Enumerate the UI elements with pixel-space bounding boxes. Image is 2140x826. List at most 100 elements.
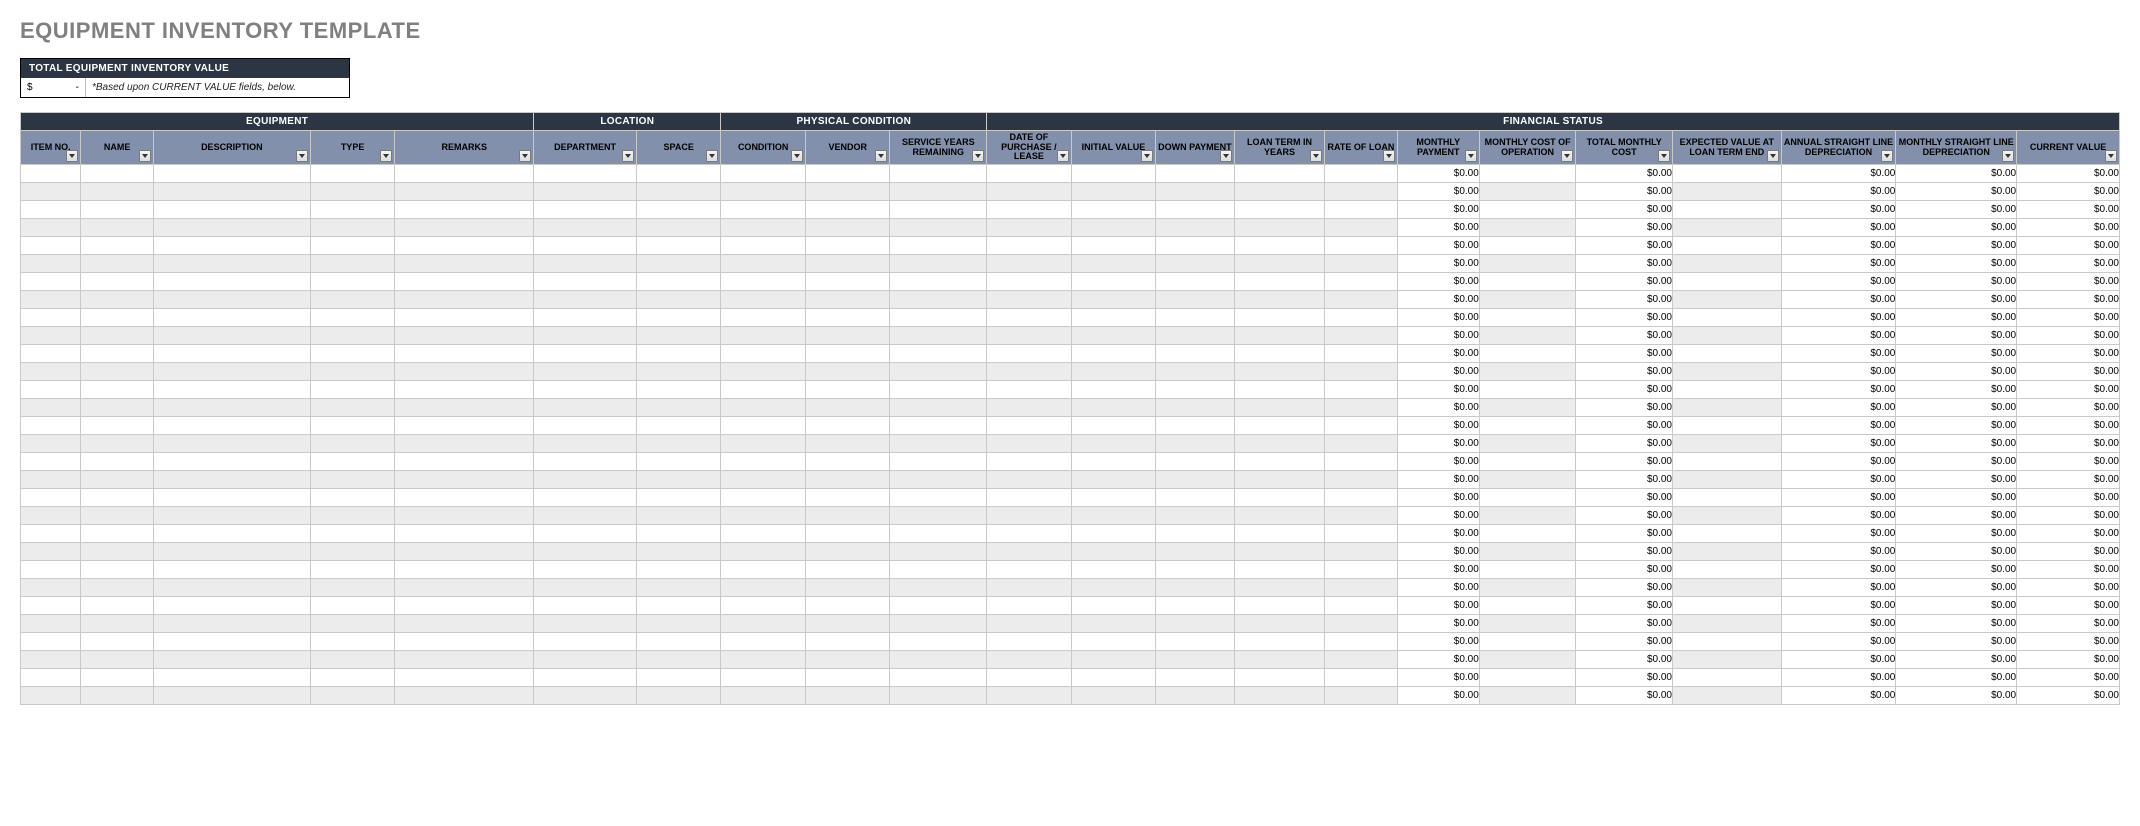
table-cell[interactable] [805,489,890,507]
table-cell[interactable]: $0.00 [1896,399,2017,417]
table-cell[interactable] [890,273,987,291]
table-cell[interactable] [21,633,81,651]
table-cell[interactable] [805,183,890,201]
table-cell[interactable] [153,507,310,525]
table-cell[interactable] [721,237,806,255]
table-cell[interactable]: $0.00 [1896,381,2017,399]
table-cell[interactable] [21,525,81,543]
filter-dropdown-icon[interactable] [1658,150,1670,162]
table-cell[interactable] [534,291,637,309]
table-cell[interactable] [21,345,81,363]
table-cell[interactable]: $0.00 [2017,183,2120,201]
table-cell[interactable] [805,363,890,381]
table-cell[interactable] [721,651,806,669]
table-cell[interactable] [890,399,987,417]
table-cell[interactable] [81,201,153,219]
table-cell[interactable]: $0.00 [1781,633,1896,651]
table-cell[interactable]: $0.00 [2017,525,2120,543]
table-cell[interactable] [1672,579,1781,597]
table-cell[interactable] [534,597,637,615]
table-cell[interactable] [310,651,395,669]
table-cell[interactable] [1479,597,1576,615]
table-cell[interactable]: $0.00 [1896,561,2017,579]
table-cell[interactable] [534,417,637,435]
table-cell[interactable] [534,525,637,543]
table-cell[interactable]: $0.00 [2017,435,2120,453]
table-cell[interactable] [1071,687,1156,705]
column-header[interactable]: DESCRIPTION [153,131,310,165]
table-cell[interactable] [310,543,395,561]
table-cell[interactable] [395,669,534,687]
table-cell[interactable] [1479,543,1576,561]
table-cell[interactable] [534,273,637,291]
table-cell[interactable] [81,453,153,471]
table-cell[interactable] [1672,471,1781,489]
table-cell[interactable] [1071,651,1156,669]
table-cell[interactable]: $0.00 [2017,543,2120,561]
table-cell[interactable]: $0.00 [1781,363,1896,381]
table-cell[interactable] [81,543,153,561]
table-cell[interactable]: $0.00 [1397,309,1479,327]
table-cell[interactable] [721,525,806,543]
table-cell[interactable] [1071,561,1156,579]
table-cell[interactable] [805,345,890,363]
table-cell[interactable] [395,489,534,507]
table-cell[interactable] [153,687,310,705]
table-cell[interactable] [21,651,81,669]
table-cell[interactable] [987,669,1072,687]
table-cell[interactable] [81,399,153,417]
table-cell[interactable] [890,579,987,597]
table-cell[interactable] [310,633,395,651]
table-cell[interactable]: $0.00 [1397,165,1479,183]
table-cell[interactable]: $0.00 [1576,183,1673,201]
table-cell[interactable]: $0.00 [1781,345,1896,363]
table-cell[interactable] [1234,651,1325,669]
table-cell[interactable]: $0.00 [1397,201,1479,219]
table-cell[interactable] [721,687,806,705]
table-cell[interactable] [153,543,310,561]
table-cell[interactable]: $0.00 [1896,507,2017,525]
table-cell[interactable] [153,525,310,543]
table-cell[interactable]: $0.00 [1896,471,2017,489]
table-cell[interactable]: $0.00 [1397,273,1479,291]
table-cell[interactable] [310,219,395,237]
table-cell[interactable] [805,687,890,705]
table-cell[interactable] [721,255,806,273]
table-cell[interactable] [1071,633,1156,651]
table-cell[interactable] [534,327,637,345]
table-cell[interactable]: $0.00 [1781,183,1896,201]
table-cell[interactable]: $0.00 [1896,417,2017,435]
table-cell[interactable] [81,219,153,237]
table-cell[interactable] [395,651,534,669]
table-cell[interactable]: $0.00 [1576,561,1673,579]
table-cell[interactable]: $0.00 [1397,219,1479,237]
table-cell[interactable]: $0.00 [2017,597,2120,615]
table-cell[interactable] [153,399,310,417]
table-cell[interactable]: $0.00 [1781,291,1896,309]
table-cell[interactable] [636,561,721,579]
table-cell[interactable] [1672,363,1781,381]
table-cell[interactable] [153,345,310,363]
table-cell[interactable] [1071,237,1156,255]
table-cell[interactable] [395,219,534,237]
table-cell[interactable] [395,435,534,453]
table-cell[interactable]: $0.00 [1781,273,1896,291]
table-cell[interactable]: $0.00 [2017,201,2120,219]
table-cell[interactable] [987,417,1072,435]
table-cell[interactable] [534,471,637,489]
table-cell[interactable] [805,543,890,561]
column-header[interactable]: RATE OF LOAN [1325,131,1397,165]
table-cell[interactable]: $0.00 [1397,417,1479,435]
table-cell[interactable] [1479,453,1576,471]
table-cell[interactable] [81,579,153,597]
table-cell[interactable] [21,453,81,471]
table-cell[interactable] [1672,291,1781,309]
table-cell[interactable] [81,327,153,345]
table-cell[interactable] [1234,525,1325,543]
table-cell[interactable]: $0.00 [1397,489,1479,507]
table-cell[interactable]: $0.00 [1781,237,1896,255]
table-cell[interactable] [1156,453,1234,471]
table-cell[interactable] [534,345,637,363]
table-cell[interactable] [1479,651,1576,669]
table-cell[interactable] [1672,255,1781,273]
